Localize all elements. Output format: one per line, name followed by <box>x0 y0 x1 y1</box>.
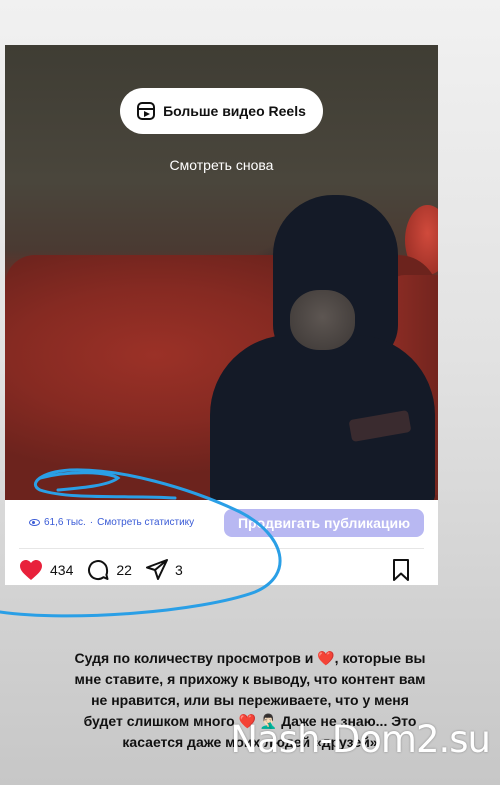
comment-icon[interactable] <box>87 559 109 581</box>
view-stats-link[interactable]: Смотреть статистику <box>97 517 194 528</box>
more-reels-label: Больше видео Reels <box>163 103 306 119</box>
video-preview[interactable]: Больше видео Reels Смотреть снова <box>5 45 438 500</box>
share-icon[interactable] <box>145 559 168 581</box>
actions-row: 434 22 3 <box>5 550 438 590</box>
divider <box>19 548 424 549</box>
caption-line: не нравится, или вы переживаете, что у м… <box>91 692 409 708</box>
save-action[interactable] <box>392 559 410 581</box>
reels-icon <box>137 102 156 120</box>
views-separator: · <box>89 517 94 528</box>
watermark: Nash-Dom2.su <box>230 718 491 761</box>
comments-count: 22 <box>116 562 132 578</box>
like-action[interactable]: 434 <box>19 559 73 581</box>
share-action[interactable]: 3 <box>145 559 183 581</box>
comment-action[interactable]: 22 <box>87 559 132 581</box>
watch-again-button[interactable]: Смотреть снова <box>5 157 438 173</box>
promote-button[interactable]: Продвигать публикацию <box>224 508 424 537</box>
likes-count: 434 <box>50 562 74 578</box>
caption-line: мне ставите, я прихожу к выводу, что кон… <box>74 671 426 687</box>
views-count: 61,6 тыс. <box>44 517 86 528</box>
more-reels-button[interactable]: Больше видео Reels <box>120 88 323 134</box>
child-face-shape <box>290 290 355 350</box>
eye-icon <box>29 519 40 526</box>
heart-icon[interactable] <box>19 559 43 581</box>
bookmark-icon[interactable] <box>392 559 410 581</box>
views-info: 61,6 тыс. · Смотреть статистику <box>29 517 194 528</box>
shares-count: 3 <box>174 562 183 578</box>
caption-line: Судя по количеству просмотров и ❤️, кото… <box>74 650 426 666</box>
reels-post-card: Больше видео Reels Смотреть снова 61,6 т… <box>5 45 438 585</box>
stats-row: 61,6 тыс. · Смотреть статистику Продвига… <box>5 500 438 545</box>
